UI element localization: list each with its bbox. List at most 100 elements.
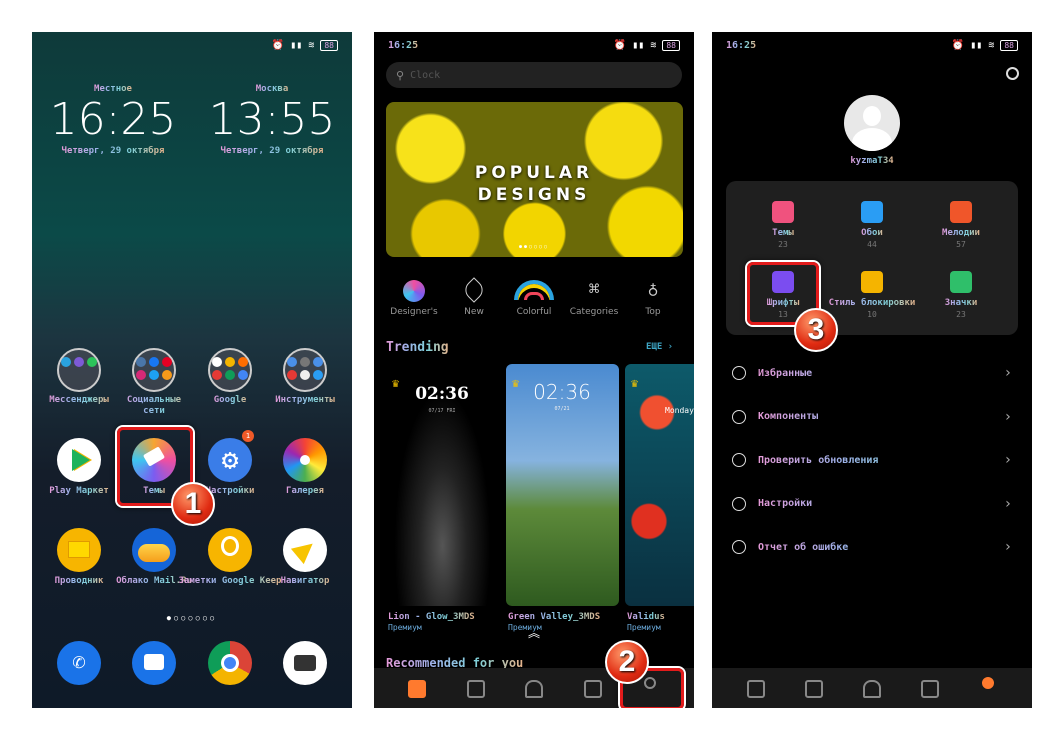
folder-tools[interactable] xyxy=(283,348,327,392)
clock-time[interactable]: 16:25 xyxy=(50,94,177,145)
page-indicator[interactable]: ●○○○○○○ xyxy=(167,614,218,622)
wifi-icon: ≋ xyxy=(308,40,315,51)
menu-item-icon xyxy=(732,496,746,511)
grid-item-icon[interactable] xyxy=(772,201,794,223)
theme-card[interactable]: ♛ 02:36 07/17 FRI xyxy=(386,364,499,606)
search-icon[interactable] xyxy=(1006,67,1019,80)
clock-time[interactable]: 13:55 xyxy=(209,94,336,145)
grid-item-count: 10 xyxy=(867,310,877,319)
username: kyzmaT34 xyxy=(850,156,894,166)
folder-social[interactable] xyxy=(132,348,176,392)
status-bar: ⏰ ▮▮ ≋ 88 xyxy=(952,40,1018,51)
category-designers[interactable]: Designer's xyxy=(390,307,437,317)
theme-card[interactable]: ♛ 02:36 07/21 xyxy=(506,364,619,606)
app-label: Галерея xyxy=(286,486,324,496)
grid-item-label[interactable]: Обои xyxy=(861,228,883,238)
status-bar: ⏰ ▮▮ ≋ 88 xyxy=(272,40,338,51)
grid-item-count: 57 xyxy=(956,240,966,249)
scroll-up-icon[interactable]: ︽ xyxy=(528,624,540,641)
theme-card[interactable]: ♛ Monday xyxy=(625,364,694,606)
nav-fonts-icon[interactable] xyxy=(584,680,602,698)
category-categories[interactable]: Categories xyxy=(570,307,619,317)
nav-ringtones-icon[interactable] xyxy=(525,680,543,698)
menu-item-label: Компоненты xyxy=(758,411,1004,422)
search-input[interactable]: ⚲ Clock xyxy=(386,62,682,88)
clock-date: Четверг, 29 октября xyxy=(220,146,324,156)
grid-item-icon[interactable] xyxy=(861,201,883,223)
notification-badge: 1 xyxy=(242,430,254,442)
menu-item[interactable]: Проверить обновления › xyxy=(732,450,1012,470)
grid-item-icon[interactable] xyxy=(950,201,972,223)
messages-icon[interactable] xyxy=(132,641,176,685)
profile-screen: 16:25 ⏰ ▮▮ ≋ 88 kyzmaT34 Темы 23 Обои 44 Ме… xyxy=(712,32,1032,708)
alarm-icon: ⏰ xyxy=(951,40,965,51)
battery-icon: 88 xyxy=(320,40,338,51)
menu-item-icon xyxy=(732,366,746,380)
nav-wallpapers-icon[interactable] xyxy=(805,680,823,698)
grid-item-label[interactable]: Стиль блокировки xyxy=(829,298,916,308)
grid-item-label[interactable]: Темы xyxy=(772,228,794,238)
battery-icon: 88 xyxy=(1000,40,1018,51)
banner-popular-designs[interactable]: POPULAR DESIGNS ●●○○○○ xyxy=(386,102,683,257)
battery-icon: 88 xyxy=(662,40,680,51)
menu-item[interactable]: Настройки › xyxy=(732,494,1012,514)
gallery-icon[interactable] xyxy=(283,438,327,482)
chrome-icon[interactable] xyxy=(208,641,252,685)
settings-icon[interactable]: ⚙ xyxy=(208,438,252,482)
category-new[interactable]: New xyxy=(464,307,484,317)
app-label: Play Маркет xyxy=(49,486,109,496)
folder-messengers[interactable] xyxy=(57,348,101,392)
nav-ringtones-icon[interactable] xyxy=(863,680,881,698)
menu-item[interactable]: Отчет об ошибке › xyxy=(732,537,1012,557)
carousel-dots[interactable]: ●●○○○○ xyxy=(519,244,549,250)
trending-more-link[interactable]: ЕЩЕ › xyxy=(646,342,673,352)
category-colorful[interactable]: Colorful xyxy=(517,307,552,317)
card-name[interactable]: Validus xyxy=(627,612,665,622)
preview-time: 02:36 xyxy=(415,384,469,404)
menu-item-label: Избранные xyxy=(758,368,1004,379)
search-icon: ⚲ xyxy=(396,68,405,82)
category-top[interactable]: Top xyxy=(645,307,660,317)
menu-item[interactable]: Компоненты › xyxy=(732,407,1012,427)
step-badge: 1 xyxy=(171,482,215,526)
folder-google[interactable] xyxy=(208,348,252,392)
preview-date: 07/17 FRI xyxy=(428,408,456,414)
phone-icon[interactable]: ✆ xyxy=(57,641,101,685)
alarm-icon: ⏰ xyxy=(271,40,285,51)
grid-item-label[interactable]: Значки xyxy=(945,298,978,308)
play-store-icon[interactable] xyxy=(57,438,101,482)
card-name[interactable]: Green Valley_3MDS xyxy=(508,612,600,622)
grid-item-icon[interactable] xyxy=(950,271,972,293)
step-badge: 2 xyxy=(605,640,649,684)
keep-icon[interactable] xyxy=(208,528,252,572)
themes-store-screen: 16:25 ⏰ ▮▮ ≋ 88 ⚲ Clock POPULAR DESIGNS ●●○○… xyxy=(374,32,694,708)
file-manager-icon[interactable] xyxy=(57,528,101,572)
grid-item-label[interactable]: Мелодии xyxy=(942,228,980,238)
clock-city: Местное xyxy=(94,84,132,94)
avatar[interactable] xyxy=(844,95,900,151)
nav-fonts-icon[interactable] xyxy=(921,680,939,698)
nav-themes-icon[interactable] xyxy=(747,680,765,698)
card-tag: Премиум xyxy=(627,623,661,632)
categories-icon[interactable]: ⌘ xyxy=(589,279,600,300)
nav-profile-icon[interactable] xyxy=(982,677,994,689)
camera-icon[interactable] xyxy=(283,641,327,685)
alarm-icon: ⏰ xyxy=(613,40,627,51)
navigator-icon[interactable] xyxy=(283,528,327,572)
step-badge: 3 xyxy=(794,308,838,352)
crown-icon: ♛ xyxy=(392,376,400,390)
menu-item[interactable]: Избранные › xyxy=(732,363,1012,383)
app-label: Мессенджеры xyxy=(49,395,109,405)
nav-themes-icon[interactable] xyxy=(408,680,426,698)
ribbon-icon[interactable]: ♁ xyxy=(648,279,659,300)
leaf-icon[interactable] xyxy=(461,277,487,303)
status-time: 16:25 xyxy=(726,40,757,51)
rainbow-icon[interactable] xyxy=(514,280,554,300)
menu-item-label: Проверить обновления xyxy=(758,455,1004,466)
card-name[interactable]: Lion - Glow_3MDS xyxy=(388,612,475,622)
grid-item-icon[interactable] xyxy=(861,271,883,293)
status-bar: ⏰ ▮▮ ≋ 88 xyxy=(614,40,680,51)
palette-icon[interactable] xyxy=(403,280,425,302)
nav-wallpapers-icon[interactable] xyxy=(467,680,485,698)
cloud-icon[interactable] xyxy=(132,528,176,572)
